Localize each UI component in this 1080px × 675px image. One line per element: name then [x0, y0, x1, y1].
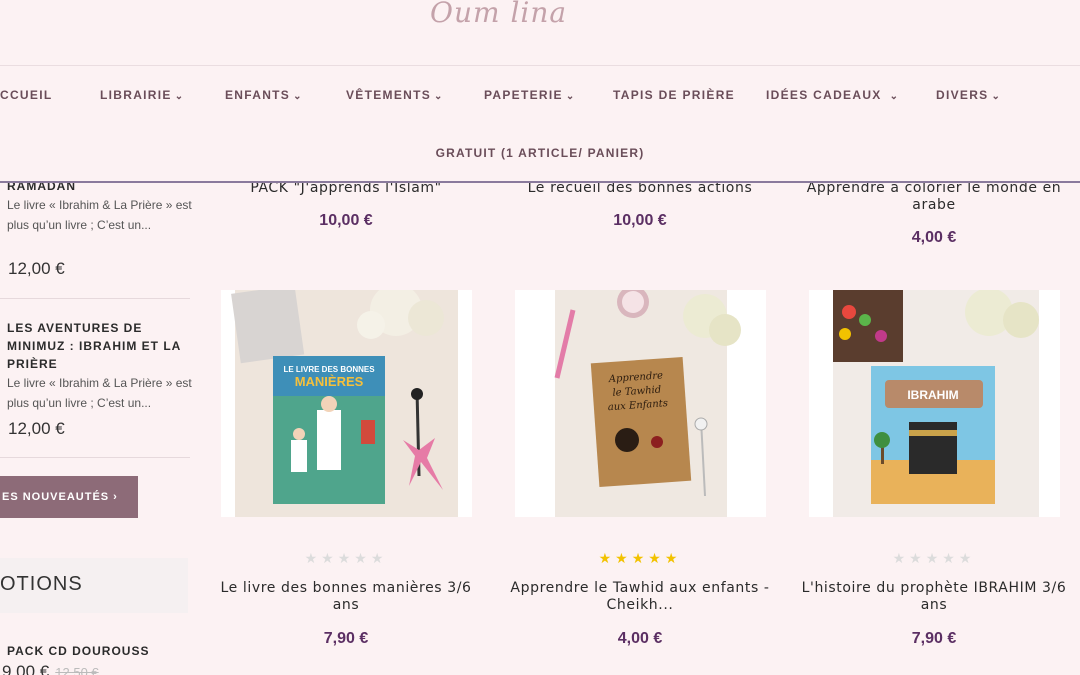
star-icon: ★	[370, 550, 388, 566]
star-icon: ★	[892, 550, 910, 566]
sidebar-product-price: 12,00 €	[8, 419, 65, 438]
promo-price: 9,00 €	[2, 662, 50, 675]
new-arrivals-button[interactable]: ES NOUVEAUTÉS ›	[0, 476, 138, 518]
nav-item-idees-cadeaux[interactable]: IDÉES CADEAUX ⌄	[766, 88, 899, 102]
nav-item-divers[interactable]: DIVERS ⌄	[936, 88, 1001, 102]
star-icon: ★	[648, 550, 665, 566]
nav-item-librairie[interactable]: LIBRAIRIE ⌄	[100, 88, 184, 102]
sidebar-divider	[0, 298, 190, 299]
star-icon: ★	[958, 550, 976, 566]
chevron-down-icon: ⌄	[434, 91, 444, 102]
star-icon: ★	[942, 550, 959, 566]
sidebar-divider	[0, 457, 190, 458]
product-price: 10,00 €	[319, 212, 373, 229]
chevron-down-icon: ⌄	[991, 91, 1002, 102]
chevron-down-icon: ⌄	[293, 91, 303, 102]
site-logo[interactable]: Oum lina	[430, 0, 567, 29]
product-title[interactable]: Apprendre le Tawhid aux enfants - Cheikh…	[505, 580, 775, 614]
site-header: Oum lina CCUEIL LIBRAIRIE ⌄ ENFANTS ⌄ VÊTE…	[0, 0, 1080, 183]
product-photo: Apprendre le Tawhid aux Enfants	[554, 290, 741, 517]
product-photo: LE LIVRE DES BONNES MANIÈRES	[231, 290, 458, 517]
promotions-heading: OTIONS	[0, 573, 83, 595]
promotions-heading-box: OTIONS	[0, 558, 188, 613]
star-icon: ★	[321, 550, 338, 566]
star-icon: ★	[598, 550, 616, 566]
product-price: 10,00 €	[613, 212, 667, 229]
star-icon: ★	[664, 550, 682, 566]
product-price: 4,00 €	[911, 229, 957, 246]
star-icon: ★	[354, 550, 371, 566]
product-image[interactable]: LE LIVRE DES BONNES MANIÈRES	[221, 290, 472, 517]
rating-stars: ★★★★★	[211, 550, 481, 567]
nav-item-papeterie[interactable]: PAPETERIE ⌄	[484, 88, 576, 102]
rating-stars: ★★★★★	[505, 550, 775, 567]
promo-product-title[interactable]: PACK CD DOUROUSS	[7, 642, 149, 660]
product-price: 7,90 €	[911, 630, 957, 647]
nav-item-enfants[interactable]: ENFANTS ⌄	[225, 88, 303, 102]
sidebar-product-title[interactable]: LES AVENTURES DE MINIMUZ : IBRAHIM ET LA…	[7, 319, 192, 373]
product-title[interactable]: Le livre des bonnes manières 3/6 ans	[211, 580, 481, 614]
chevron-down-icon: ⌄	[889, 91, 900, 102]
product-title[interactable]: L'histoire du prophète IBRAHIM 3/6 ans	[799, 580, 1069, 614]
svg-text:MANIÈRES: MANIÈRES	[295, 374, 364, 389]
old-price: 12,50 €	[55, 665, 99, 675]
sidebar-product-desc: Le livre « Ibrahim & La Prière » est plu…	[7, 198, 192, 232]
star-icon: ★	[909, 550, 926, 566]
product-image[interactable]: IBRAHIM	[809, 290, 1060, 517]
sidebar-product-price: 12,00 €	[8, 259, 65, 278]
star-icon: ★	[925, 550, 943, 566]
product-image[interactable]: Apprendre le Tawhid aux Enfants	[515, 290, 766, 517]
nav-item-accueil[interactable]: CCUEIL	[0, 88, 52, 102]
sidebar-product-desc: Le livre « Ibrahim & La Prière » est plu…	[7, 376, 192, 410]
product-title[interactable]: Apprendre à colorier le monde en arabe	[799, 180, 1069, 214]
star-icon: ★	[615, 550, 632, 566]
cover-title-text: IBRAHIM	[907, 388, 958, 402]
chevron-down-icon: ⌄	[565, 91, 576, 102]
free-shipping-banner: GRATUIT (1 ARTICLE/ PANIER)	[435, 146, 645, 160]
nav-item-vetements[interactable]: VÊTEMENTS ⌄	[346, 88, 444, 102]
product-photo: IBRAHIM	[833, 290, 1039, 517]
product-price: 4,00 €	[617, 630, 663, 647]
rating-stars: ★★★★★	[799, 550, 1069, 567]
promo-product-price: 9,00 € 12,50 €	[2, 662, 99, 675]
star-icon: ★	[304, 550, 322, 566]
star-icon: ★	[337, 550, 355, 566]
product-price: 7,90 €	[323, 630, 369, 647]
chevron-down-icon: ⌄	[174, 91, 185, 102]
star-icon: ★	[631, 550, 649, 566]
nav-item-tapis-de-priere[interactable]: TAPIS DE PRIÈRE	[613, 88, 735, 102]
cover-title-text: LE LIVRE DES BONNES	[283, 365, 375, 374]
header-divider	[0, 65, 1080, 66]
